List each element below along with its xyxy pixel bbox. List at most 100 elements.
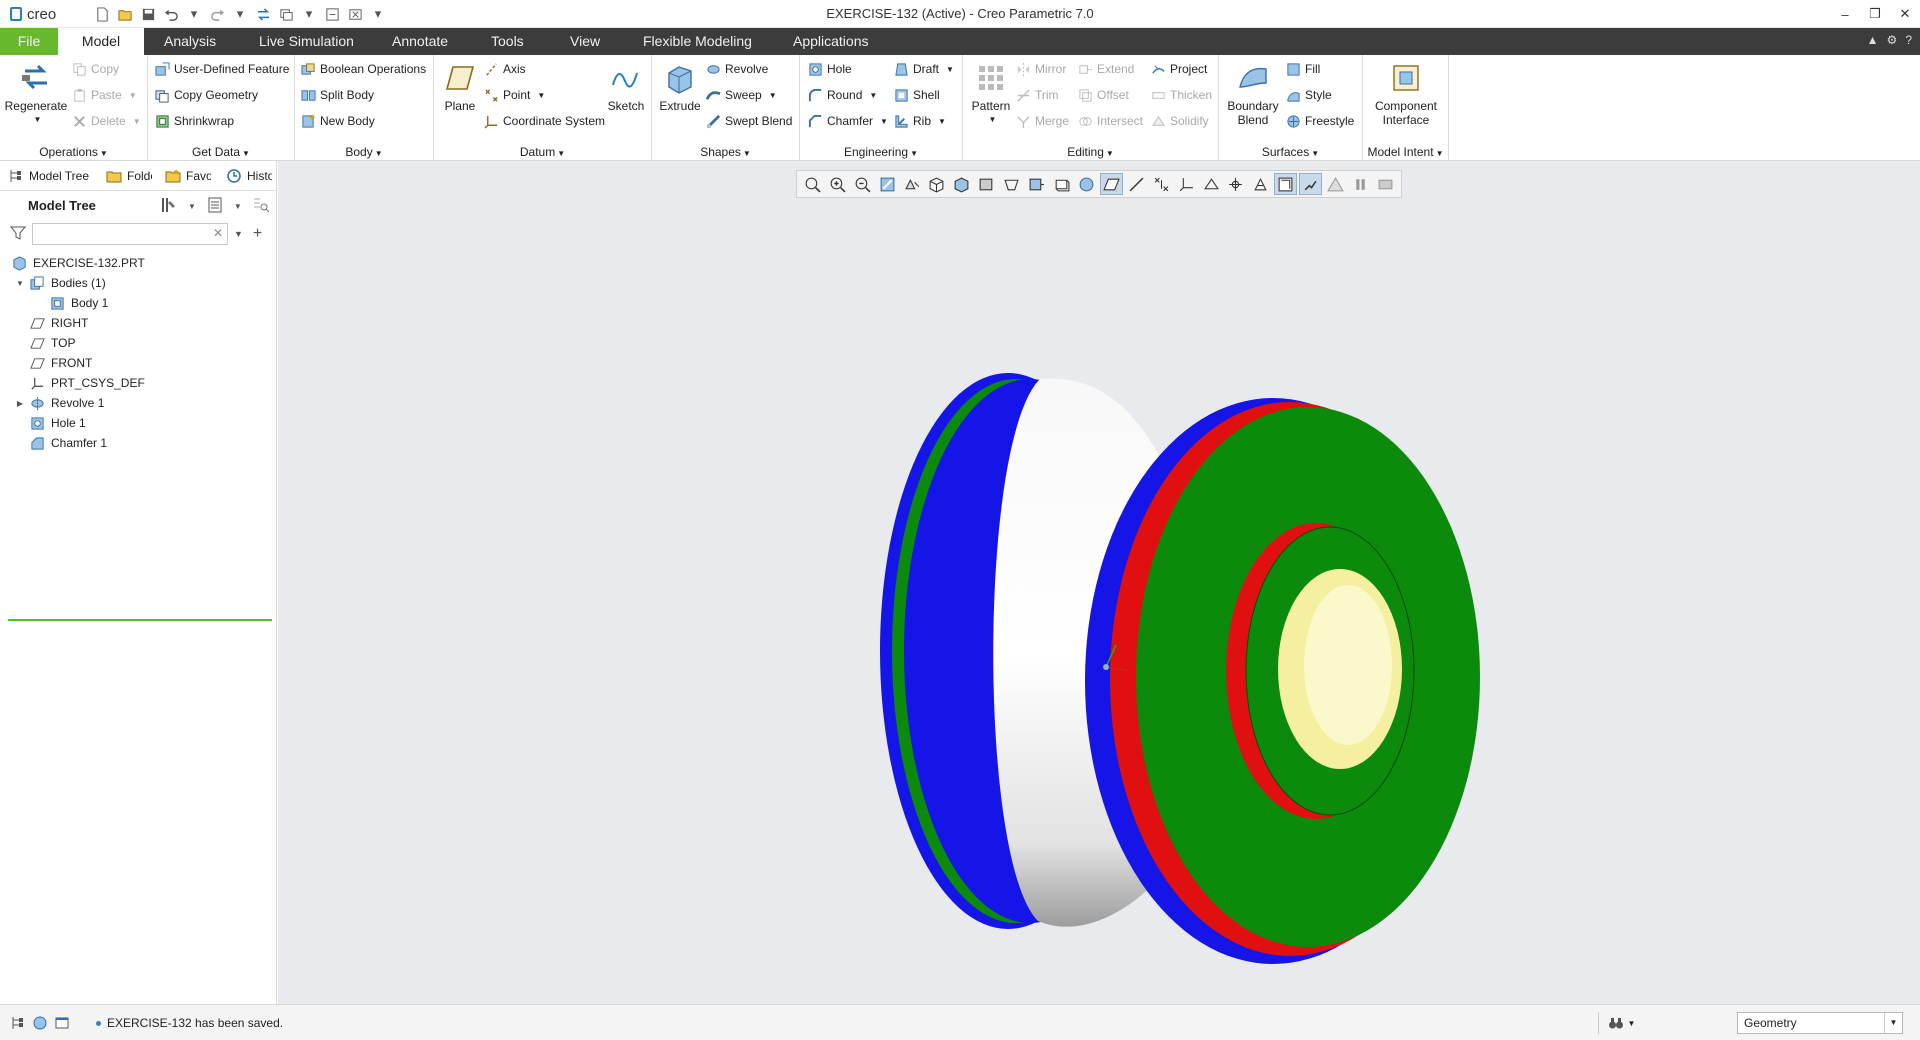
fill-button[interactable]: Fill [1286, 58, 1320, 80]
tree-item-front[interactable]: FRONT [0, 353, 277, 373]
tree-item-hole-1[interactable]: Hole 1 [0, 413, 277, 433]
section-icon[interactable] [1025, 173, 1048, 195]
tree-item-chamfer-1[interactable]: Chamfer 1 [0, 433, 277, 453]
selection-filter-dropdown-icon[interactable]: ▼ [1884, 1013, 1902, 1033]
group-engineering-label[interactable]: Engineering ▼ [800, 145, 962, 159]
paste-button[interactable]: Paste ▼ [72, 84, 137, 106]
selection-filter[interactable]: Geometry ▼ [1737, 1012, 1903, 1034]
tree-item-bodies[interactable]: ▼ Bodies (1) [0, 273, 277, 293]
group-operations-label[interactable]: Operations ▼ [0, 145, 147, 159]
revolve-button[interactable]: Revolve [706, 58, 768, 80]
axes-display-icon[interactable] [1125, 173, 1148, 195]
bodies-display-icon[interactable] [1249, 173, 1272, 195]
zoom-in-icon[interactable] [826, 173, 849, 195]
shell-button[interactable]: Shell [894, 84, 940, 106]
group-model-intent-label[interactable]: Model Intent ▼ [1363, 145, 1448, 159]
named-views-icon[interactable] [950, 173, 973, 195]
show-dropdown-icon[interactable]: ▼ [234, 202, 242, 211]
annotation-plane-icon[interactable] [1274, 173, 1298, 195]
trim-button[interactable]: Trim [1016, 84, 1059, 106]
tab-annotate[interactable]: Annotate [384, 28, 456, 55]
style-button[interactable]: Style [1286, 84, 1332, 106]
tab-view[interactable]: View [562, 28, 608, 55]
intersect-button[interactable]: Intersect [1078, 110, 1143, 132]
group-get-data-label[interactable]: Get Data ▼ [148, 145, 294, 159]
saved-orientations-icon[interactable] [926, 173, 949, 195]
sweep-button[interactable]: Sweep ▼ [706, 84, 777, 106]
point-dropdown-icon[interactable]: ▼ [537, 91, 545, 100]
tab-file[interactable]: File [0, 28, 58, 55]
csys-display-icon[interactable] [1175, 173, 1198, 195]
tree-item-csys[interactable]: PRT_CSYS_DEF [0, 373, 277, 393]
appearance-icon[interactable] [1050, 173, 1073, 195]
freestyle-button[interactable]: Freestyle [1286, 110, 1354, 132]
plane-button[interactable]: Plane [440, 61, 480, 113]
expand-icon[interactable]: ▶ [14, 399, 26, 408]
chamfer-dropdown-icon[interactable]: ▼ [880, 117, 888, 126]
insert-here-marker[interactable] [8, 619, 272, 621]
spin-center-icon[interactable] [901, 173, 924, 195]
model-3d-view[interactable] [778, 261, 1778, 1001]
tree-item-top[interactable]: TOP [0, 333, 277, 353]
tab-live-simulation[interactable]: Live Simulation [251, 28, 362, 55]
rib-button[interactable]: Rib ▼ [894, 110, 946, 132]
pattern-button[interactable]: Pattern ▼ [968, 61, 1014, 127]
find-button[interactable]: ▼ [1598, 1012, 1644, 1034]
point-button[interactable]: Point ▼ [484, 84, 545, 106]
rib-dropdown-icon[interactable]: ▼ [938, 117, 946, 126]
new-body-button[interactable]: New Body [301, 110, 375, 132]
udf-button[interactable]: User-Defined Feature [155, 58, 289, 80]
tab-model-tree[interactable]: Model Tree [8, 168, 94, 184]
warning-icon[interactable] [1324, 173, 1347, 195]
tab-folder-browser[interactable]: Folder Browser [106, 168, 152, 184]
merge-button[interactable]: Merge [1016, 110, 1069, 132]
tree-item-right[interactable]: RIGHT [0, 313, 277, 333]
regenerate-dropdown-icon[interactable]: ▼ [34, 113, 42, 127]
boolean-operations-button[interactable]: Boolean Operations [301, 58, 426, 80]
hole-button[interactable]: Hole [808, 58, 852, 80]
pattern-dropdown-icon[interactable]: ▼ [989, 113, 997, 127]
planes-display-icon[interactable] [1099, 173, 1123, 195]
annotation-display-icon[interactable] [1200, 173, 1223, 195]
filter-icon[interactable] [9, 225, 27, 244]
points-display-icon[interactable] [1150, 173, 1173, 195]
search-options-dropdown-icon[interactable]: ▼ [234, 229, 243, 239]
group-surfaces-label[interactable]: Surfaces ▼ [1219, 145, 1362, 159]
regen-preview-icon[interactable] [1299, 173, 1323, 195]
round-dropdown-icon[interactable]: ▼ [869, 91, 877, 100]
tab-history[interactable]: History [226, 168, 272, 184]
group-shapes-label[interactable]: Shapes ▼ [652, 145, 799, 159]
draft-button[interactable]: Draft ▼ [894, 58, 954, 80]
swept-blend-button[interactable]: Swept Blend [706, 110, 792, 132]
sketch-button[interactable]: Sketch [606, 61, 646, 113]
full-screen-icon[interactable] [54, 1015, 70, 1034]
close-button[interactable]: ✕ [1890, 0, 1920, 28]
tree-settings-dropdown-icon[interactable]: ▼ [188, 202, 196, 211]
zoom-out-icon[interactable] [851, 173, 874, 195]
extend-button[interactable]: Extend [1078, 58, 1134, 80]
tab-analysis[interactable]: Analysis [156, 28, 224, 55]
repaint-icon[interactable] [876, 173, 899, 195]
datum-display-icon[interactable] [1075, 173, 1098, 195]
settings-icon[interactable]: ⚙ [1887, 33, 1898, 47]
minimize-ribbon-icon[interactable]: ▲ [1867, 33, 1879, 47]
regenerate-button[interactable]: Regenerate ▼ [5, 61, 67, 127]
pause-icon[interactable] [1349, 173, 1372, 195]
split-body-button[interactable]: Split Body [301, 84, 374, 106]
tree-item-revolve-1[interactable]: ▶ Revolve 1 [0, 393, 277, 413]
offset-button[interactable]: Offset [1078, 84, 1129, 106]
tab-model[interactable]: Model [58, 28, 144, 55]
tab-favorites[interactable]: Favorites [165, 168, 211, 184]
clear-search-icon[interactable]: ✕ [213, 226, 223, 240]
refit-icon[interactable] [801, 173, 824, 195]
display-style-icon[interactable] [975, 173, 998, 195]
component-interface-button[interactable]: Component Interface [1367, 61, 1445, 127]
help-icon[interactable]: ? [1905, 33, 1912, 47]
group-datum-label[interactable]: Datum ▼ [434, 145, 651, 159]
mirror-button[interactable]: Mirror [1016, 58, 1066, 80]
cancel-regen-icon[interactable] [1374, 173, 1397, 195]
tree-filter-icon[interactable] [252, 196, 270, 217]
draft-dropdown-icon[interactable]: ▼ [946, 65, 954, 74]
tree-item-body-1[interactable]: Body 1 [0, 293, 277, 313]
tab-tools[interactable]: Tools [483, 28, 532, 55]
